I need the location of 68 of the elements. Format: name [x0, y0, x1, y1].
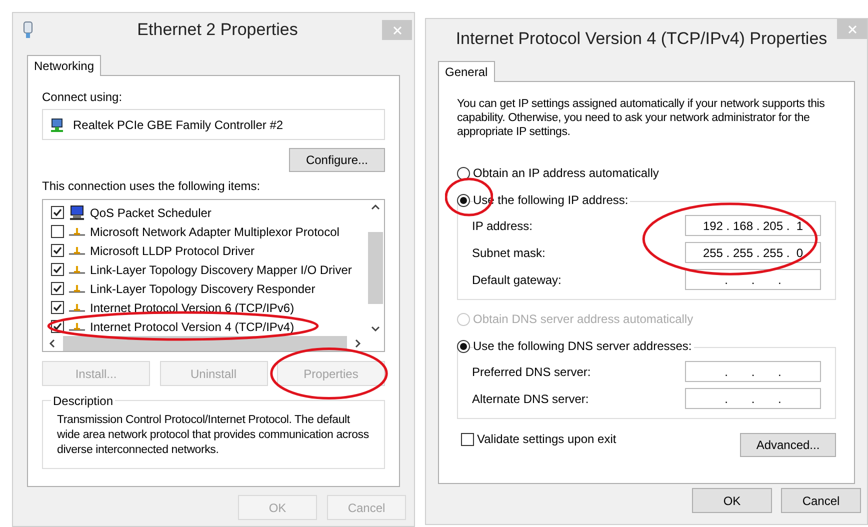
advanced-button[interactable]: Advanced... — [740, 433, 836, 457]
checkbox[interactable] — [51, 225, 64, 238]
tab[interactable]: General — [438, 61, 495, 82]
checkbox[interactable] — [51, 263, 64, 276]
field-label: Preferred DNS server: — [472, 364, 591, 380]
check-icon — [53, 322, 62, 331]
item-label: Link-Layer Topology Discovery Responder — [90, 280, 316, 298]
ip-address-field[interactable]: . . . — [685, 269, 821, 290]
configure-button[interactable]: Configure... — [289, 148, 385, 172]
intro-text: You can get IP settings assigned automatically if your network supports this capability. Otherwise, you need to ask your network administrator for the appropriate IP settings. — [457, 97, 826, 139]
radio-button[interactable] — [457, 166, 470, 180]
list-item[interactable]: Link-Layer Topology Discovery Mapper I/O Driver — [51, 260, 367, 279]
checkbox[interactable] — [51, 206, 64, 219]
network-adapter-icon — [49, 116, 65, 132]
check-icon — [53, 208, 62, 217]
protocol-icon — [69, 284, 85, 294]
check-icon — [53, 303, 62, 312]
protocol-icon — [69, 302, 85, 312]
item-label: QoS Packet Scheduler — [90, 204, 212, 222]
tab[interactable]: Networking — [27, 55, 102, 76]
scroll-down-icon — [371, 326, 380, 332]
close-icon — [392, 26, 402, 34]
section-label: This connection uses the following items: — [42, 178, 262, 195]
network-plug-icon — [23, 21, 33, 39]
ip-address-field[interactable]: . . . — [685, 361, 821, 382]
scroll-right-icon — [355, 339, 361, 348]
scroll-thumb[interactable] — [368, 232, 383, 304]
list-item[interactable]: Internet Protocol Version 4 (TCP/IPv4) — [51, 317, 367, 336]
protocol-icon — [69, 226, 85, 236]
dialog-button[interactable]: Cancel — [781, 488, 861, 513]
list-item[interactable]: Microsoft Network Adapter Multiplexor Protocol — [51, 222, 367, 241]
window-title: Internet Protocol Version 4 (TCP/IPv4) Properties — [454, 28, 828, 50]
scroll-left-icon — [49, 339, 55, 348]
check-icon — [53, 265, 62, 274]
radio-button[interactable] — [457, 340, 470, 352]
field-label: IP address: — [472, 218, 532, 234]
field-label: Default gateway: — [472, 272, 562, 288]
item-label: Internet Protocol Version 4 (TCP/IPv4) — [90, 318, 294, 336]
checkbox[interactable] — [51, 244, 64, 257]
adapter-name: Realtek PCIe GBE Family Controller #2 — [73, 116, 284, 134]
item-label: Microsoft Network Adapter Multiplexor Protocol — [90, 224, 340, 240]
checkbox[interactable] — [51, 301, 64, 314]
field-label: Alternate DNS server: — [472, 390, 589, 408]
check-icon — [53, 284, 62, 293]
ip-address-field[interactable]: 255 . 255 . 255 . 0 — [685, 242, 821, 263]
ip-address-field[interactable]: . . . — [685, 388, 821, 409]
checkbox[interactable] — [51, 282, 64, 295]
protocol-icon — [69, 246, 85, 256]
radio-button[interactable] — [457, 194, 470, 206]
field-label: Subnet mask: — [472, 244, 546, 262]
dialog-button[interactable]: OK — [692, 488, 772, 513]
protocol-icon — [69, 264, 85, 274]
item-label: Link-Layer Topology Discovery Mapper I/O Driver — [90, 262, 352, 278]
item-label: Microsoft LLDP Protocol Driver — [90, 242, 254, 260]
window-title: Ethernet 2 Properties — [136, 19, 299, 42]
close-icon — [848, 24, 856, 34]
computer-icon — [69, 204, 85, 220]
protocol-icon — [69, 322, 85, 332]
description-text: Transmission Control Protocol/Internet Protocol. The default wide area network protocol that provides communication across diverse interconnected networks. — [57, 413, 370, 458]
section-label: Connect using: — [42, 89, 124, 106]
list-item[interactable]: Microsoft LLDP Protocol Driver — [51, 241, 367, 260]
list-item[interactable]: Link-Layer Topology Discovery Responder — [51, 279, 367, 298]
checkbox[interactable] — [461, 432, 474, 446]
checkbox-label: Validate settings upon exit — [477, 431, 616, 448]
ip-address-field[interactable]: 192 . 168 . 205 . 1 — [685, 215, 821, 236]
scroll-up-icon — [371, 204, 380, 210]
check-icon — [53, 246, 62, 255]
list-item[interactable]: QoS Packet Scheduler — [51, 203, 367, 222]
